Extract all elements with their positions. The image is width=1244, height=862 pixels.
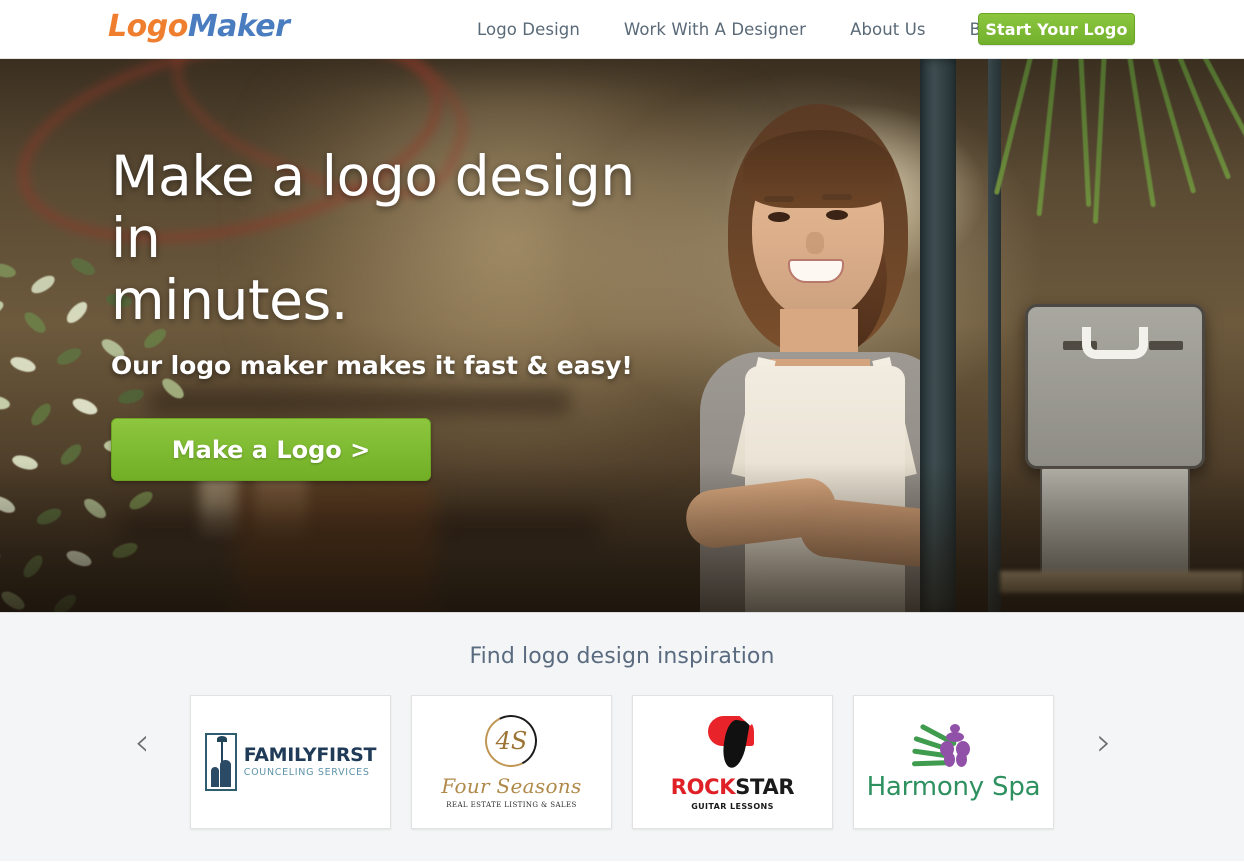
harmony-spa-name: Harmony Spa — [866, 772, 1041, 802]
leaf — [68, 253, 98, 280]
hero-bottom-vignette — [0, 462, 1244, 612]
start-your-logo-button[interactable]: Start Your Logo — [978, 13, 1135, 45]
smile — [788, 259, 844, 283]
lavender-flower-icon — [910, 722, 996, 770]
familyfirst-tagline: COUNCELING SERVICES — [243, 767, 370, 779]
logo-card-familyfirst[interactable]: FAMILYFIRST COUNCELING SERVICES — [190, 695, 391, 829]
hero-subtitle: Our logo maker makes it fast & easy! — [111, 351, 633, 380]
rockstar-name: ROCKSTAR — [671, 775, 795, 799]
four-seasons-name: Four Seasons — [441, 774, 582, 798]
suitcase-clasp-right — [1149, 341, 1183, 350]
eye-right — [826, 210, 848, 220]
family-figures-icon — [204, 733, 237, 791]
carousel-prev-chevron-icon[interactable]: ‹ — [122, 717, 162, 767]
petal — [956, 752, 968, 767]
eyebrow-right — [822, 194, 852, 200]
leaf — [54, 345, 84, 368]
harmony-spa-logo: Harmony Spa — [867, 722, 1041, 802]
nav-item-about-us[interactable]: About Us — [828, 20, 948, 39]
adult-figure-icon — [219, 760, 231, 787]
main-navigation: Logo Design Work With A Designer About U… — [455, 0, 1028, 59]
logo-card-rockstar[interactable]: ROCKSTAR GUITAR LESSONS — [632, 695, 833, 829]
circle-ring-icon: 4S — [485, 715, 537, 767]
four-seasons-tagline: REAL ESTATE LISTING & SALES — [446, 801, 577, 809]
rockstar-name-part2: STAR — [735, 774, 795, 799]
petal — [944, 752, 956, 767]
child-figure-icon — [210, 767, 219, 787]
rockstar-name-part1: ROCK — [670, 774, 736, 799]
hero-title-line-2: minutes. — [111, 268, 348, 332]
logo-card-harmony-spa[interactable]: Harmony Spa — [853, 695, 1054, 829]
make-a-logo-button[interactable]: Make a Logo > — [111, 418, 431, 481]
leaf — [0, 259, 18, 282]
eyebrow-left — [764, 196, 794, 202]
hero-title-line-1: Make a logo design in — [111, 144, 635, 270]
leaf — [0, 392, 12, 413]
palm-frond — [1198, 59, 1244, 164]
inspiration-title: Find logo design inspiration — [469, 644, 775, 669]
familyfirst-name: FAMILYFIRST — [243, 744, 377, 767]
leaf — [0, 298, 6, 319]
logo-carousel: ‹ FAMILYFIRST COUNCELING SERVICES 4S Fou… — [0, 695, 1244, 829]
palm-frond — [1078, 59, 1092, 207]
inspiration-section: Find logo design inspiration ‹ FAMILYFIR… — [0, 613, 1244, 861]
nose — [806, 232, 824, 254]
carousel-next-chevron-icon[interactable]: › — [1084, 717, 1124, 767]
eye-left — [768, 212, 790, 222]
palm-plant — [993, 59, 1244, 229]
leaf — [70, 394, 100, 419]
hero-section: Make a logo design in minutes. Our logo … — [0, 59, 1244, 613]
rockstar-logo: ROCKSTAR GUITAR LESSONS — [671, 710, 795, 811]
palm-frond — [1036, 59, 1059, 217]
hero-copy: Make a logo design in minutes. Our logo … — [111, 145, 671, 481]
palm-frond — [1092, 59, 1107, 224]
leaf — [8, 353, 38, 376]
suitcase-handle — [1082, 327, 1148, 359]
carousel-cards: FAMILYFIRST COUNCELING SERVICES 4S Four … — [190, 695, 1054, 829]
four-seasons-monogram: 4S — [495, 727, 528, 755]
palm-frond — [1126, 59, 1156, 208]
leaf — [62, 299, 92, 326]
hero-title: Make a logo design in minutes. — [111, 145, 671, 331]
brand-logo[interactable]: LogoMaker — [108, 9, 290, 44]
rockstar-tagline: GUITAR LESSONS — [691, 801, 774, 811]
nav-item-logo-design[interactable]: Logo Design — [455, 20, 602, 39]
familyfirst-text: FAMILYFIRST COUNCELING SERVICES — [243, 744, 377, 779]
logo-card-four-seasons[interactable]: 4S Four Seasons REAL ESTATE LISTING & SA… — [411, 695, 612, 829]
page-fold-edge — [0, 853, 1244, 861]
site-header: LogoMaker Logo Design Work With A Design… — [0, 0, 1244, 59]
brand-logo-part1: Logo — [108, 9, 188, 44]
familyfirst-logo: FAMILYFIRST COUNCELING SERVICES — [204, 733, 377, 791]
brand-logo-part2: Maker — [187, 9, 290, 44]
nav-item-work-with-a-designer[interactable]: Work With A Designer — [602, 20, 828, 39]
leaf — [21, 308, 49, 337]
four-seasons-logo: 4S Four Seasons REAL ESTATE LISTING & SA… — [441, 715, 581, 809]
leaf — [27, 400, 55, 429]
page-root: LogoMaker Logo Design Work With A Design… — [0, 0, 1244, 862]
guitar-pick-icon — [704, 710, 762, 770]
leaf — [28, 273, 58, 296]
